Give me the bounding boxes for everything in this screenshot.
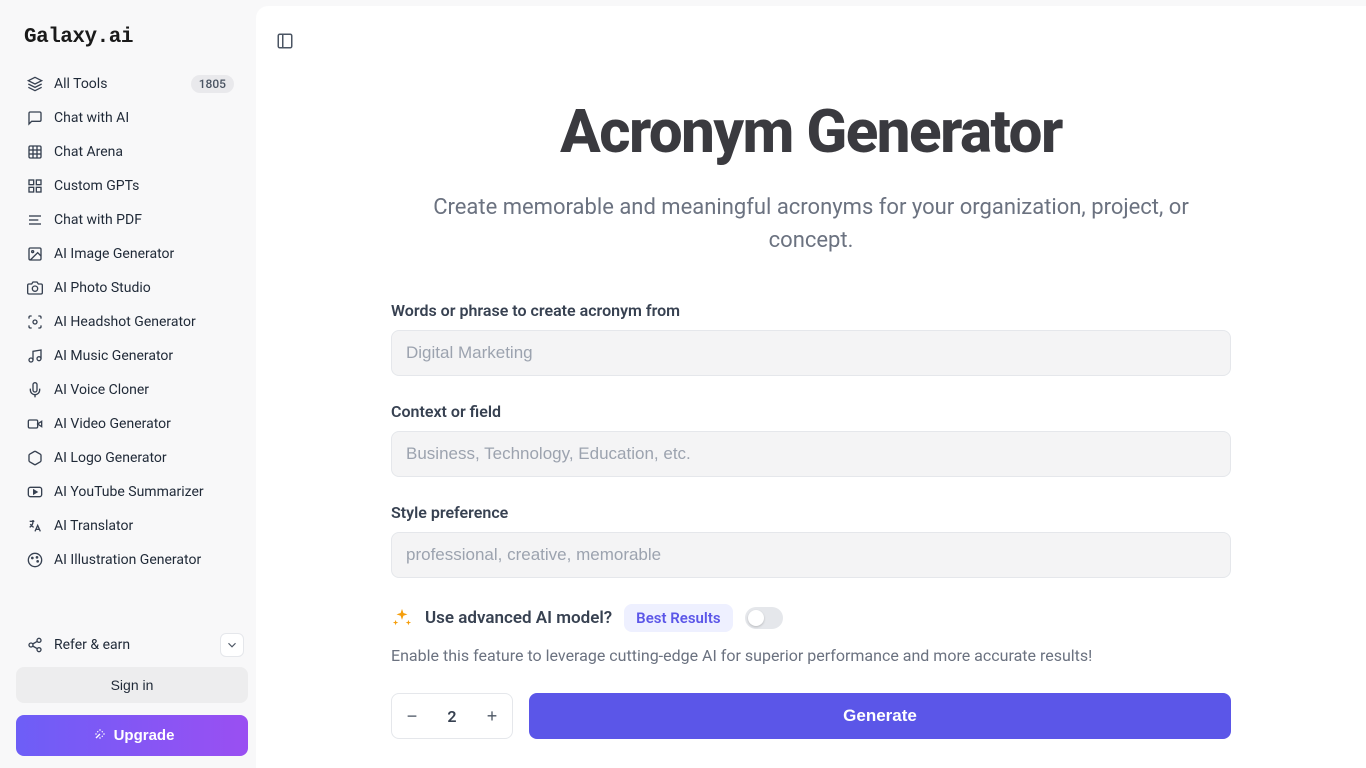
sparkle-icon: [391, 607, 413, 629]
sidebar-item-label: AI Translator: [54, 518, 234, 534]
collapse-sidebar-button[interactable]: [220, 633, 244, 657]
sidebar-item-illustration[interactable]: AI Illustration Generator: [16, 543, 244, 577]
style-input[interactable]: [391, 532, 1231, 578]
chat-icon: [26, 109, 44, 127]
sidebar-item-label: AI Image Generator: [54, 246, 234, 262]
context-input[interactable]: [391, 431, 1231, 477]
sidebar-nav: All Tools 1805 Chat with AI Chat Arena C…: [16, 67, 248, 619]
panel-left-icon: [276, 32, 294, 50]
sidebar-footer: Refer & earn Sign in Upgrade: [16, 619, 248, 756]
sidebar-item-chat-arena[interactable]: Chat Arena: [16, 135, 244, 169]
apps-icon: [26, 177, 44, 195]
refer-label: Refer & earn: [54, 637, 130, 653]
main-content: Acronym Generator Create memorable and m…: [256, 6, 1366, 768]
hexagon-icon: [26, 449, 44, 467]
best-results-badge: Best Results: [624, 604, 732, 632]
palette-icon: [26, 551, 44, 569]
sidebar-item-label: AI Voice Cloner: [54, 382, 234, 398]
sidebar-item-custom-gpts[interactable]: Custom GPTs: [16, 169, 244, 203]
page-subtitle: Create memorable and meaningful acronyms…: [391, 191, 1231, 257]
sidebar-item-image-generator[interactable]: AI Image Generator: [16, 237, 244, 271]
mic-icon: [26, 381, 44, 399]
page-title: Acronym Generator: [391, 96, 1231, 167]
upgrade-label: Upgrade: [114, 727, 175, 744]
sidebar-item-label: AI YouTube Summarizer: [54, 484, 234, 500]
sidebar-item-label: Chat Arena: [54, 144, 234, 160]
sidebar-item-translator[interactable]: AI Translator: [16, 509, 244, 543]
chevron-down-icon: [225, 638, 239, 652]
translate-icon: [26, 517, 44, 535]
panel-toggle-button[interactable]: [276, 32, 296, 52]
brand-logo[interactable]: Galaxy.ai: [16, 16, 248, 67]
image-icon: [26, 245, 44, 263]
advanced-helper-text: Enable this feature to leverage cutting-…: [391, 646, 1231, 665]
youtube-icon: [26, 483, 44, 501]
sidebar-item-label: Chat with PDF: [54, 212, 234, 228]
sidebar-item-voice[interactable]: AI Voice Cloner: [16, 373, 244, 407]
signin-button[interactable]: Sign in: [16, 667, 248, 703]
sidebar-item-label: AI Headshot Generator: [54, 314, 234, 330]
sidebar-item-logo[interactable]: AI Logo Generator: [16, 441, 244, 475]
sidebar-item-photo-studio[interactable]: AI Photo Studio: [16, 271, 244, 305]
sidebar-item-all-tools[interactable]: All Tools 1805: [16, 67, 244, 101]
file-text-icon: [26, 211, 44, 229]
sidebar-item-label: AI Logo Generator: [54, 450, 234, 466]
style-label: Style preference: [391, 503, 1231, 522]
advanced-model-label: Use advanced AI model?: [425, 608, 612, 628]
sidebar-item-music[interactable]: AI Music Generator: [16, 339, 244, 373]
sidebar-item-label: Chat with AI: [54, 110, 234, 126]
words-input[interactable]: [391, 330, 1231, 376]
quantity-stepper: − 2 +: [391, 693, 513, 739]
advanced-model-toggle[interactable]: [745, 607, 783, 629]
sidebar-item-chat-ai[interactable]: Chat with AI: [16, 101, 244, 135]
music-icon: [26, 347, 44, 365]
sidebar-item-label: Custom GPTs: [54, 178, 234, 194]
sidebar-item-chat-pdf[interactable]: Chat with PDF: [16, 203, 244, 237]
toggle-thumb: [748, 610, 764, 626]
camera-icon: [26, 279, 44, 297]
sidebar-item-label: AI Illustration Generator: [54, 552, 234, 568]
sidebar-item-label: All Tools: [54, 76, 181, 92]
sidebar-item-headshot[interactable]: AI Headshot Generator: [16, 305, 244, 339]
stepper-increment[interactable]: +: [472, 694, 512, 738]
upgrade-button[interactable]: Upgrade: [16, 715, 248, 756]
context-label: Context or field: [391, 402, 1231, 421]
words-label: Words or phrase to create acronym from: [391, 301, 1231, 320]
sidebar-item-video[interactable]: AI Video Generator: [16, 407, 244, 441]
sidebar-item-youtube[interactable]: AI YouTube Summarizer: [16, 475, 244, 509]
stepper-value: 2: [432, 707, 472, 726]
sidebar-item-label: AI Video Generator: [54, 416, 234, 432]
sidebar: Galaxy.ai All Tools 1805 Chat with AI Ch…: [0, 0, 256, 768]
sidebar-item-label: AI Music Generator: [54, 348, 234, 364]
stepper-decrement[interactable]: −: [392, 694, 432, 738]
layers-icon: [26, 75, 44, 93]
wand-icon: [90, 728, 106, 744]
sidebar-badge: 1805: [191, 75, 234, 93]
refer-earn-link[interactable]: Refer & earn: [26, 636, 130, 654]
generate-button[interactable]: Generate: [529, 693, 1231, 739]
video-icon: [26, 415, 44, 433]
scan-face-icon: [26, 313, 44, 331]
sidebar-item-label: AI Photo Studio: [54, 280, 234, 296]
share-icon: [26, 636, 44, 654]
grid-icon: [26, 143, 44, 161]
